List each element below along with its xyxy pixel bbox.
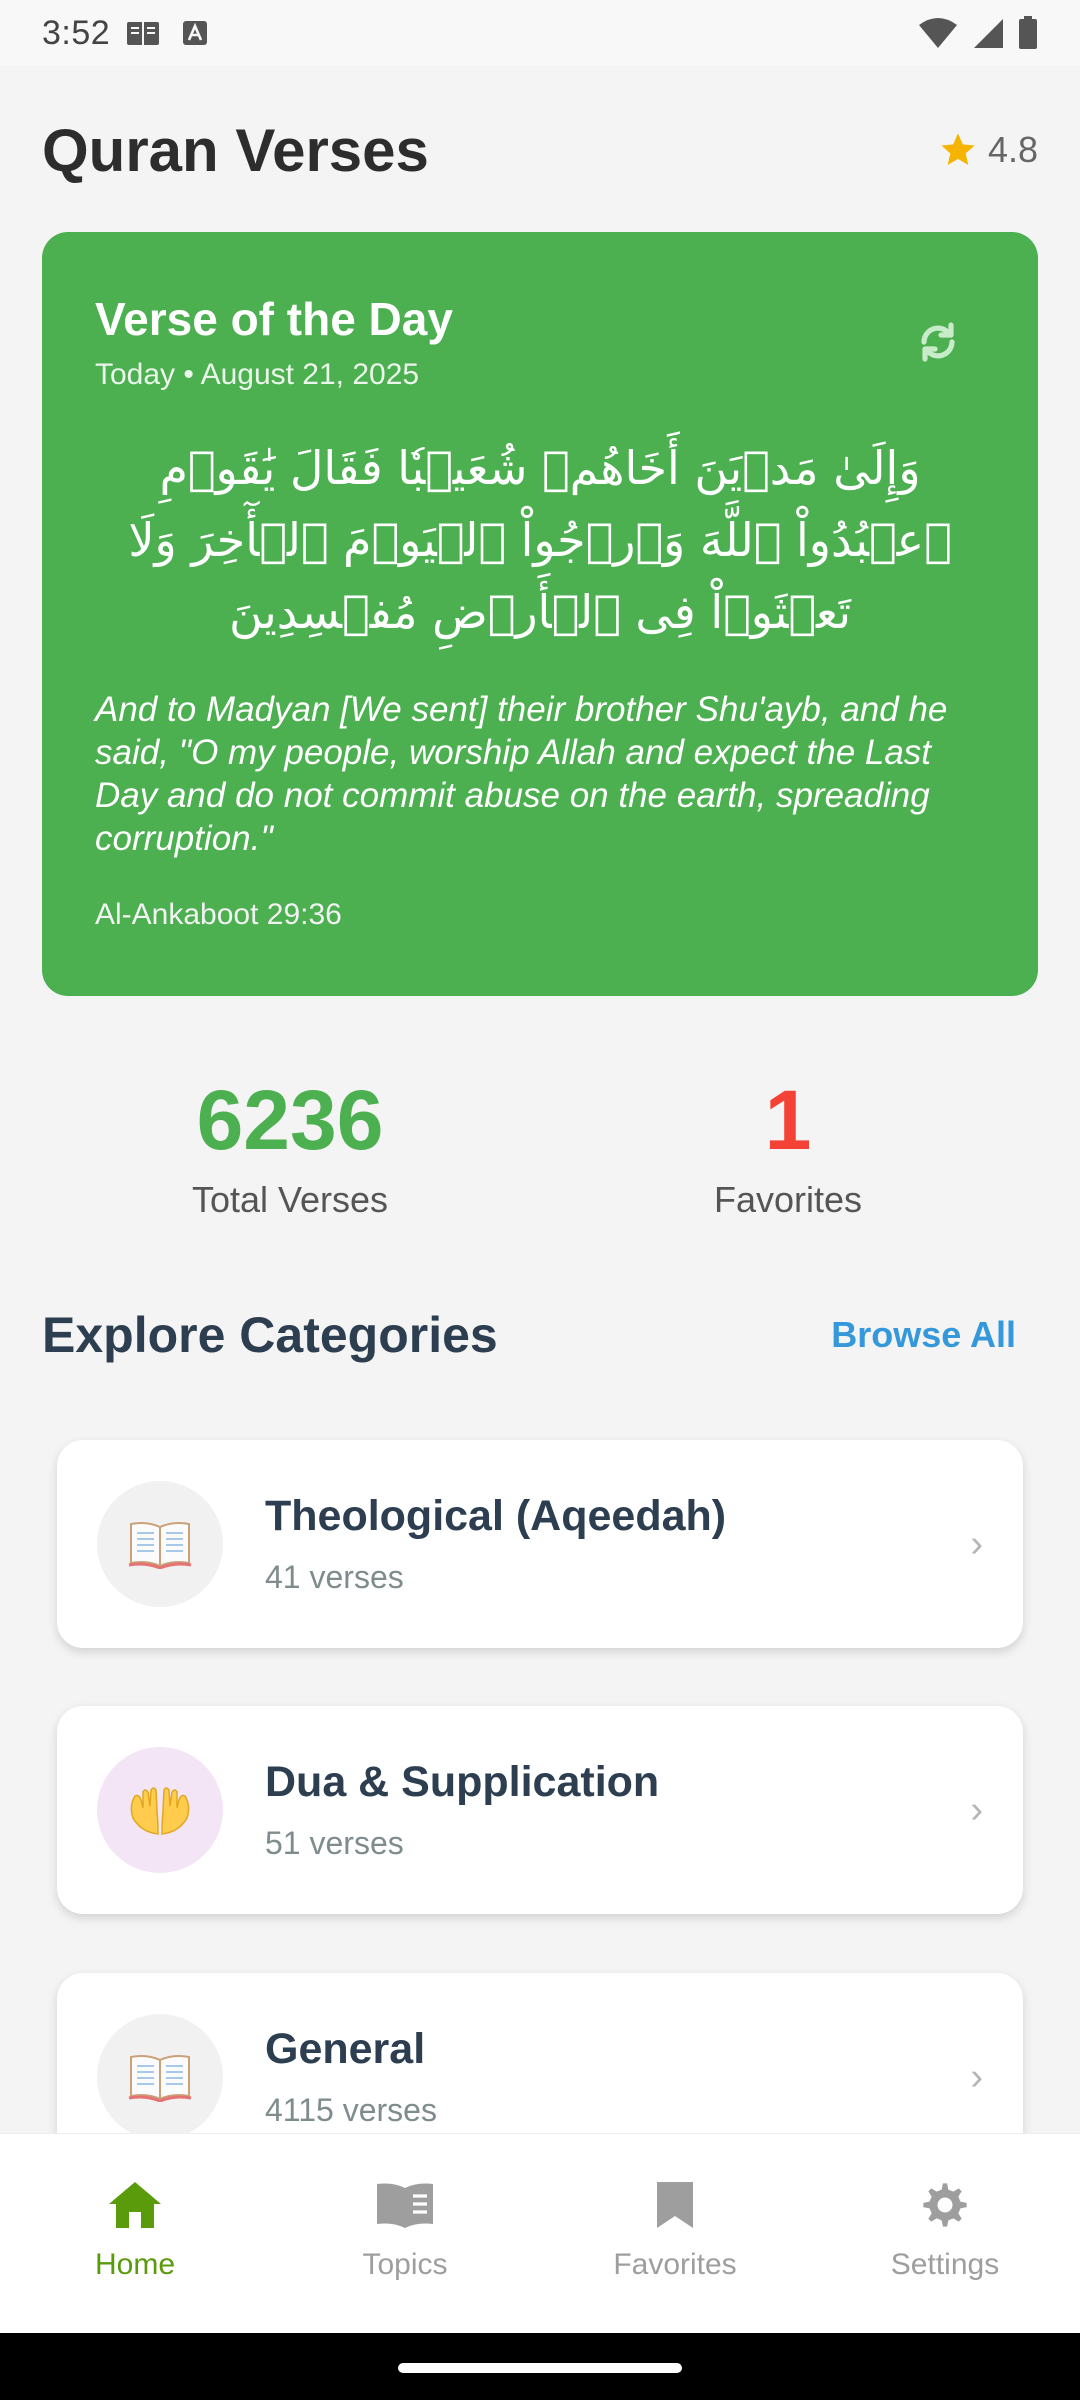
status-time: 3:52 — [42, 13, 111, 52]
total-verses-stat: 6236 Total Verses — [90, 1065, 490, 1221]
home-gesture-handle[interactable] — [398, 2363, 682, 2373]
verse-translation: And to Madyan [We sent] their brother Sh… — [95, 690, 948, 858]
signal-icon — [974, 19, 1003, 48]
verse-of-the-day-card[interactable]: Verse of the Day Today • August 21, 2025… — [42, 232, 1038, 996]
verse-reference: Al-Ankaboot 29:36 — [95, 898, 342, 931]
open-book-icon — [128, 1522, 192, 1569]
favorites-stat[interactable]: 1 Favorites — [588, 1065, 988, 1221]
system-gesture-bar — [0, 2333, 1080, 2400]
battery-icon — [1019, 16, 1037, 49]
category-count: 4115 verses — [265, 2092, 437, 2128]
app-screen: 3:52 Quran Verses 4.8 Verse of the Day T… — [0, 0, 1080, 2400]
chevron-right-icon: › — [970, 1522, 983, 1565]
category-icon-circle — [97, 1747, 223, 1873]
rating-badge[interactable]: 4.8 — [938, 129, 1038, 171]
a-box-icon — [183, 21, 208, 45]
category-card-dua[interactable]: Dua & Supplication 51 verses › — [57, 1706, 1023, 1914]
verse-card-date: Today • August 21, 2025 — [95, 358, 420, 391]
category-card-theological[interactable]: Theological (Aqeedah) 41 verses › — [57, 1440, 1023, 1648]
status-notification-icons — [126, 19, 208, 47]
nav-tab-favorites[interactable]: Favorites — [540, 2134, 810, 2333]
nav-tab-home[interactable]: Home — [0, 2134, 270, 2333]
refresh-icon — [921, 322, 955, 362]
categories-header: Explore Categories Browse All — [42, 1295, 1038, 1375]
rating-value: 4.8 — [987, 129, 1038, 170]
category-count: 51 verses — [265, 1825, 404, 1861]
category-icon-circle — [97, 2014, 223, 2140]
category-text: General 4115 verses — [265, 2025, 970, 2129]
app-header: Quran Verses 4.8 — [42, 105, 1038, 195]
nav-label-home: Home — [94, 2248, 176, 2281]
chevron-right-icon: › — [970, 1788, 983, 1831]
nav-tab-topics[interactable]: Topics — [270, 2134, 540, 2333]
browse-all-link[interactable]: Browse All — [831, 1314, 1016, 1356]
star-icon — [941, 133, 975, 165]
nav-tab-settings[interactable]: Settings — [810, 2134, 1080, 2333]
status-bar: 3:52 — [0, 0, 1080, 66]
category-icon-circle — [97, 1481, 223, 1607]
chevron-right-icon: › — [970, 2055, 983, 2098]
section-title: Explore Categories — [42, 1307, 498, 1363]
praying-hands-icon — [130, 1787, 190, 1835]
home-icon — [109, 2182, 161, 2228]
bottom-navigation: Home Topics Favorites Settings — [0, 2133, 1080, 2333]
book-icon — [127, 22, 160, 45]
bookmark-icon — [657, 2182, 693, 2228]
page-title: Quran Verses — [42, 116, 429, 184]
nav-label-favorites: Favorites — [613, 2248, 737, 2281]
nav-label-topics: Topics — [362, 2248, 448, 2281]
category-text: Theological (Aqeedah) 41 verses — [265, 1492, 970, 1596]
favorites-count: 1 — [764, 1073, 812, 1167]
verse-card-title: Verse of the Day — [95, 293, 453, 345]
gear-icon — [923, 2183, 967, 2227]
category-name: General — [265, 2025, 426, 2073]
nav-label-settings: Settings — [890, 2248, 1000, 2281]
favorites-label: Favorites — [713, 1179, 863, 1220]
category-name: Theological (Aqeedah) — [265, 1492, 727, 1540]
open-book-icon — [128, 2055, 192, 2102]
wifi-icon — [919, 18, 957, 48]
category-name: Dua & Supplication — [265, 1758, 660, 1806]
category-text: Dua & Supplication 51 verses — [265, 1758, 970, 1862]
category-count: 41 verses — [265, 1559, 404, 1595]
total-verses-label: Total Verses — [191, 1179, 389, 1220]
verse-arabic-text: وَإِلَىٰ مَدۡيَنَ أَخَاهُمۡ شُعَيۡبٗا فَ… — [128, 441, 952, 639]
status-system-icons — [918, 16, 1038, 50]
refresh-button[interactable] — [908, 312, 968, 372]
open-book-icon — [377, 2183, 433, 2228]
total-verses-count: 6236 — [196, 1073, 384, 1167]
stats-section: 6236 Total Verses 1 Favorites — [0, 1065, 1080, 1245]
